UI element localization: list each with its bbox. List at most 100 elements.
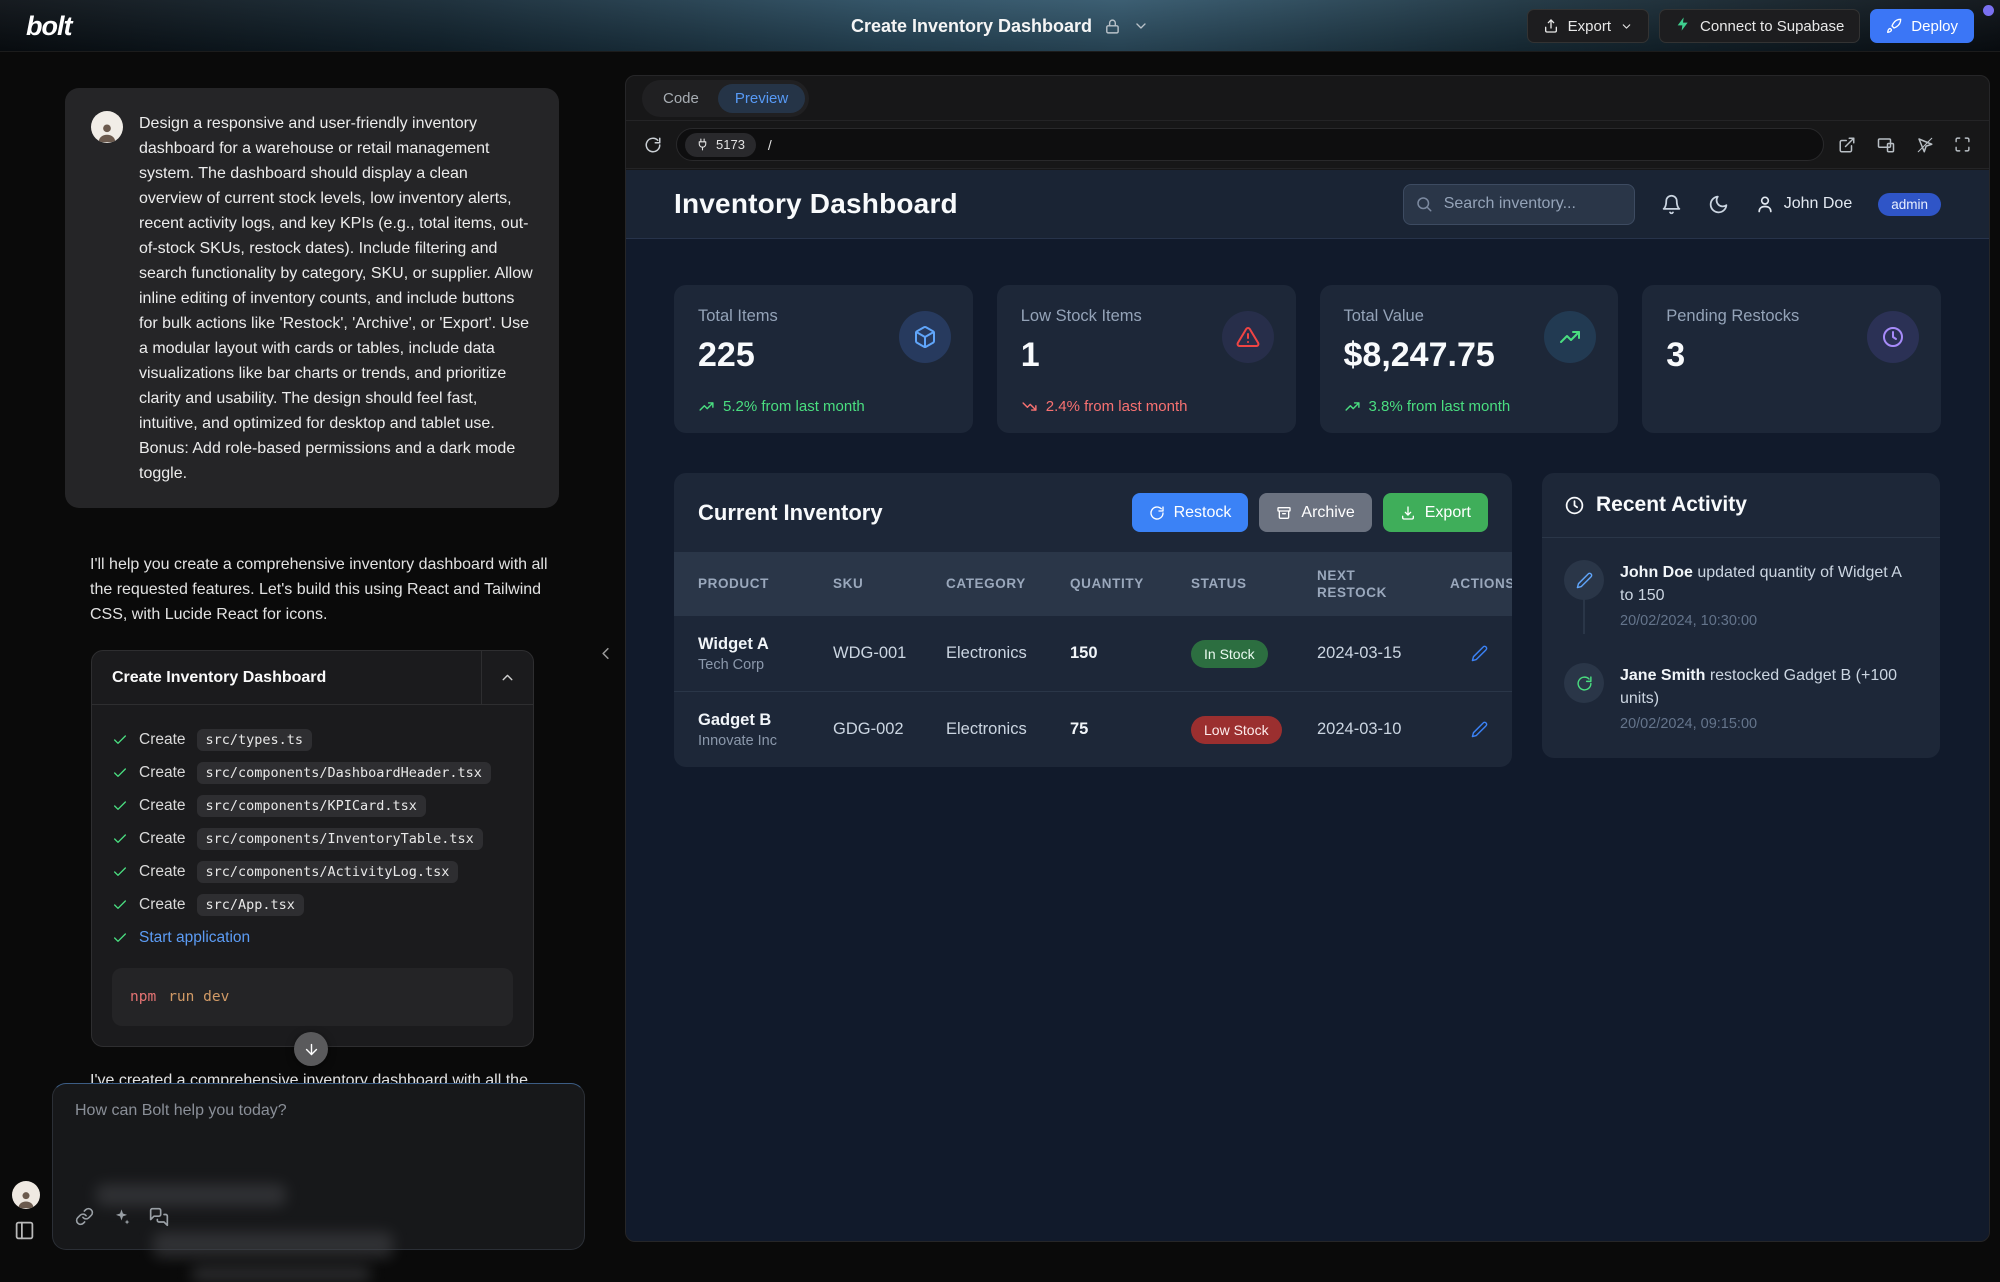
cell-next-restock: 2024-03-10 (1317, 720, 1450, 739)
check-icon (112, 732, 128, 748)
activity-timestamp: 20/02/2024, 09:15:00 (1620, 716, 1918, 732)
redacted-text (96, 1184, 286, 1206)
cell-quantity[interactable]: 75 (1070, 720, 1191, 739)
kpi-trend: 2.4% from last month (1021, 398, 1188, 415)
activity-item: Jane Smith restocked Gadget B (+100 unit… (1564, 663, 1918, 732)
activity-header: Recent Activity (1542, 473, 1940, 538)
start-application-link[interactable]: Start application (139, 929, 250, 947)
reload-icon[interactable] (644, 136, 662, 154)
export-data-label: Export (1425, 504, 1471, 522)
edit-row-button[interactable] (1471, 721, 1488, 738)
package-icon (899, 311, 951, 363)
artifact-title: Create Inventory Dashboard (92, 651, 481, 704)
restock-button[interactable]: Restock (1132, 493, 1249, 532)
cell-category: Electronics (946, 644, 1070, 663)
status-badge: In Stock (1191, 640, 1268, 668)
step-action: Create (139, 764, 186, 782)
tab-preview[interactable]: Preview (718, 84, 805, 113)
preview-url-bar: 5173 / (626, 121, 1989, 169)
export-label: Export (1568, 18, 1611, 35)
archive-icon (1276, 505, 1292, 521)
person-icon (1755, 194, 1775, 214)
export-data-button[interactable]: Export (1383, 493, 1488, 532)
dark-mode-toggle-icon[interactable] (1708, 194, 1729, 215)
recent-activity-panel: Recent Activity John Doe updated quantit… (1542, 473, 1940, 758)
artifact-step: Create src/components/ActivityLog.tsx (112, 855, 513, 888)
edit-row-button[interactable] (1471, 645, 1488, 662)
project-title-group: Create Inventory Dashboard (851, 0, 1149, 52)
artifact-step: Create src/components/KPICard.tsx (112, 789, 513, 822)
check-icon (112, 864, 128, 880)
trend-up-icon (698, 398, 715, 415)
deploy-button[interactable]: Deploy (1870, 9, 1974, 43)
fullscreen-icon[interactable] (1954, 136, 1971, 154)
address-field[interactable]: 5173 / (676, 128, 1824, 161)
chevron-down-icon[interactable] (1133, 18, 1149, 34)
user-message: Design a responsive and user-friendly in… (65, 88, 559, 508)
connect-supabase-button[interactable]: Connect to Supabase (1659, 9, 1860, 43)
port-chip[interactable]: 5173 (685, 133, 756, 157)
archive-button[interactable]: Archive (1259, 493, 1371, 532)
kpi-cards: Total Items 225 5.2% from last month Low… (626, 239, 1989, 433)
terminal-command: npm run dev (112, 968, 513, 1026)
scroll-to-bottom-button[interactable] (294, 1032, 328, 1066)
column-status: Status (1191, 575, 1317, 592)
collapse-sidebar-chevron[interactable] (596, 644, 615, 663)
step-action: Create (139, 863, 186, 881)
bell-icon[interactable] (1661, 194, 1682, 215)
export-button[interactable]: Export (1527, 9, 1649, 43)
file-chip[interactable]: src/components/ActivityLog.tsx (197, 861, 459, 883)
file-chip[interactable]: src/types.ts (197, 729, 313, 751)
workbench-panel: Code Preview 5173 / (625, 75, 1990, 1242)
user-menu[interactable]: John Doe (1755, 194, 1853, 214)
clock-icon (1564, 495, 1585, 516)
attach-link-icon[interactable] (75, 1207, 94, 1231)
tab-code[interactable]: Code (646, 84, 716, 113)
kpi-card-total-items: Total Items 225 5.2% from last month (674, 285, 973, 433)
pencil-icon (1564, 560, 1604, 600)
chat-input[interactable] (75, 1102, 562, 1162)
trend-down-icon (1021, 398, 1038, 415)
step-action: Create (139, 731, 186, 749)
chat-bubbles-icon[interactable] (149, 1207, 169, 1231)
user-name: John Doe (1784, 195, 1853, 213)
bulk-actions: Restock Archive Export (1132, 493, 1488, 532)
view-toggle: Code Preview (642, 80, 809, 117)
file-chip[interactable]: src/components/InventoryTable.tsx (197, 828, 483, 850)
topbar-actions: Export Connect to Supabase Deploy (1527, 9, 1974, 43)
kpi-trend: 3.8% from last month (1344, 398, 1511, 415)
pencil-icon (1471, 645, 1488, 662)
product-supplier: Tech Corp (698, 657, 833, 673)
account-avatar[interactable] (12, 1181, 40, 1209)
file-chip[interactable]: src/App.tsx (197, 894, 304, 916)
sparkles-icon[interactable] (112, 1207, 131, 1231)
artifact-step-start: Start application (112, 921, 513, 954)
activity-timestamp: 20/02/2024, 10:30:00 (1620, 613, 1918, 629)
search-input[interactable] (1403, 184, 1635, 225)
step-action: Create (139, 830, 186, 848)
collapse-button[interactable] (481, 651, 533, 704)
dashboard-header: Inventory Dashboard John Doe admin (626, 170, 1989, 239)
cell-quantity[interactable]: 150 (1070, 644, 1191, 663)
notification-dot (1983, 5, 1994, 16)
redacted-text (191, 1266, 371, 1282)
clock-icon (1867, 311, 1919, 363)
column-quantity: Quantity (1070, 575, 1191, 592)
bolt-logo[interactable]: bolt (26, 11, 71, 42)
cell-category: Electronics (946, 720, 1070, 739)
activity-text: John Doe updated quantity of Widget A to… (1620, 560, 1918, 607)
inspector-cursor-icon[interactable] (1916, 136, 1934, 154)
dashboard-content: Current Inventory Restock Archive Exp (626, 433, 1989, 767)
open-external-icon[interactable] (1838, 136, 1856, 154)
supabase-bolt-icon (1675, 16, 1691, 36)
restock-label: Restock (1174, 504, 1232, 522)
view-tabs-row: Code Preview (626, 76, 1989, 121)
arrow-down-icon (303, 1041, 320, 1058)
responsive-devices-icon[interactable] (1876, 136, 1896, 154)
sidebar-toggle-icon[interactable] (14, 1220, 35, 1241)
file-chip[interactable]: src/components/KPICard.tsx (197, 795, 426, 817)
file-chip[interactable]: src/components/DashboardHeader.tsx (197, 762, 491, 784)
kpi-trend-text: 5.2% from last month (723, 398, 865, 415)
status-badge: Low Stock (1191, 716, 1282, 744)
dashboard-title: Inventory Dashboard (674, 188, 958, 220)
